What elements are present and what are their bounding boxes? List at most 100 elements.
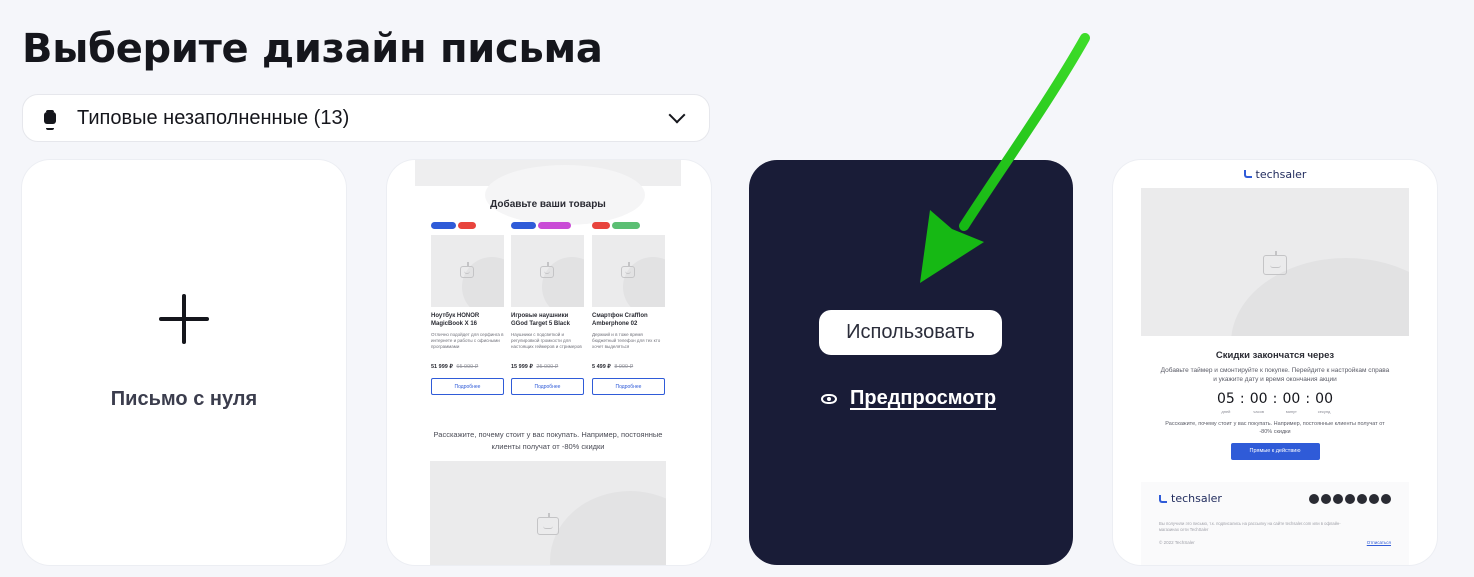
timer-description: Добавьте таймер и смонтируйте к покупке.…: [1160, 367, 1390, 383]
product-tags: [431, 222, 504, 230]
vk-icon: [1333, 493, 1343, 504]
product-tag: [431, 222, 456, 229]
timer-title: Скидки закончатся через: [1215, 350, 1335, 361]
ok-icon: [1345, 493, 1355, 504]
footer-brand-logo: techsaler: [1159, 492, 1222, 505]
page-title: Выберите дизайн письма: [22, 26, 603, 72]
timer-note: Расскажите, почему стоит у вас покупать.…: [1165, 420, 1385, 436]
image-placeholder-icon: [460, 262, 474, 278]
timer-segment: 00 минут: [1280, 391, 1302, 414]
product-name: Ноутбук HONOR MagicBook X 16: [431, 313, 480, 327]
preview-link-label: Предпросмотр: [850, 387, 997, 409]
use-template-button[interactable]: Использовать: [819, 310, 1002, 355]
image-placeholder-icon: [540, 262, 554, 278]
timer-segment: 00 часов: [1248, 391, 1270, 414]
preview-header: techsaler: [1141, 160, 1409, 188]
product-tag: [592, 222, 610, 229]
preview-cta-button: Прямые к действию: [1230, 442, 1320, 460]
product-tags: [592, 222, 665, 230]
product-price: 15 999 ₽ 25 000 ₽: [511, 364, 584, 370]
telegram-icon: [1309, 493, 1319, 504]
image-placeholder-icon: [537, 513, 559, 535]
timer-unit: часов: [1253, 408, 1264, 414]
template-category-select[interactable]: Типовые незаполненные (13): [22, 94, 710, 142]
preview-heading: Добавьте ваши товары: [490, 199, 606, 210]
countdown-timer: 05 дней : 00 часов : 00 минут : 00 секунд: [1141, 391, 1409, 414]
plus-icon: [159, 294, 209, 344]
timer-unit: минут: [1285, 408, 1297, 414]
product-image-placeholder: [431, 235, 504, 307]
price-old: 25 000 ₽: [536, 364, 559, 370]
brand-logo-icon: [1243, 170, 1252, 178]
preview-text-block: Расскажите, почему стоит у вас покупать.…: [433, 430, 663, 451]
social-icons: [1309, 493, 1391, 504]
product-name: Смартфон Crafflon Amberphone 02: [592, 313, 648, 327]
template-card-hovered[interactable]: Использовать Предпросмотр: [749, 160, 1073, 565]
product-description: Наушники с подсветкой и регулировкой гро…: [511, 332, 582, 350]
price-old: 65 999 ₽: [456, 364, 479, 370]
brand-logo: techsaler: [1243, 167, 1307, 181]
twitter-icon: [1357, 493, 1367, 504]
product-tag: [538, 222, 571, 229]
preview-link[interactable]: Предпросмотр: [821, 387, 996, 410]
preview-timer-body: Скидки закончатся через Добавьте таймер …: [1141, 336, 1409, 482]
preview-header-image: [415, 160, 681, 225]
timer-separator: :: [1272, 390, 1278, 407]
chevron-down-icon: [668, 106, 686, 124]
price-current: 5 499 ₽: [592, 364, 611, 370]
footer-copyright: © 2022 TechSaler: [1159, 539, 1195, 545]
template-preview-timer: techsaler Скидки закончатся через Добавь…: [1141, 160, 1409, 565]
product-price: 5 499 ₽ 8 999 ₽: [592, 364, 665, 370]
product-description: Держкий и в тоже время бюджетный телефон…: [592, 332, 661, 350]
brand-name: techsaler: [1255, 167, 1307, 181]
youtube-icon: [1321, 493, 1331, 504]
product-column: Смартфон Crafflon Amberphone 02 Держкий …: [592, 222, 665, 395]
timer-number: 05: [1217, 390, 1235, 407]
facebook-icon: [1381, 493, 1391, 504]
product-details-button: Подробнее: [511, 378, 584, 395]
image-placeholder-icon: [621, 262, 635, 278]
timer-number: 00: [1249, 390, 1268, 407]
product-tag: [612, 222, 640, 229]
timer-unit: секунд: [1317, 408, 1331, 414]
template-card-products[interactable]: Добавьте ваши товары Ноутбук HONOR Magic…: [387, 160, 711, 565]
footer-legal-text: Вы получили это письмо, т.к. подписались…: [1159, 521, 1341, 533]
product-details-button: Подробнее: [431, 378, 504, 395]
timer-separator: :: [1305, 390, 1311, 407]
product-details-button: Подробнее: [592, 378, 665, 395]
product-tag: [511, 222, 536, 229]
product-tag: [458, 222, 476, 229]
footer-brand-name: techsaler: [1171, 492, 1222, 505]
product-column: Ноутбук HONOR MagicBook X 16 Отлично под…: [431, 222, 504, 395]
price-current: 15 999 ₽: [511, 364, 533, 370]
product-tags: [511, 222, 584, 230]
preview-hero-image-placeholder: [1141, 188, 1409, 336]
footer-unsubscribe: Отписаться: [1366, 539, 1391, 545]
blank-letter-card[interactable]: Письмо с нуля: [22, 160, 346, 565]
instagram-icon: [1369, 493, 1379, 504]
image-placeholder-icon: [1263, 251, 1287, 275]
price-current: 51 999 ₽: [431, 364, 453, 370]
price-old: 8 999 ₽: [614, 364, 634, 370]
product-description: Отлично подойдет для серфинга в интернет…: [431, 332, 504, 350]
product-name: Игровые наушники GGod Target 5 Black: [511, 313, 570, 327]
timer-number: 00: [1315, 390, 1333, 407]
template-preview-products: Добавьте ваши товары Ноутбук HONOR Magic…: [415, 160, 681, 565]
brand-logo-icon: [1159, 494, 1167, 503]
timer-segment: 00 секунд: [1313, 391, 1335, 414]
templates-icon: [43, 110, 57, 130]
product-price: 51 999 ₽ 65 999 ₽: [431, 364, 504, 370]
timer-separator: :: [1239, 390, 1245, 407]
product-column: Игровые наушники GGod Target 5 Black Нау…: [511, 222, 584, 395]
timer-unit: дней: [1221, 408, 1231, 414]
preview-large-image-placeholder: [430, 461, 666, 565]
timer-segment: 05 дней: [1215, 391, 1237, 414]
product-image-placeholder: [511, 235, 584, 307]
timer-number: 00: [1282, 390, 1301, 407]
template-card-timer[interactable]: techsaler Скидки закончатся через Добавь…: [1113, 160, 1437, 565]
blank-letter-label: Письмо с нуля: [110, 388, 258, 410]
preview-footer: techsaler Вы получили это письмо, т.к. п…: [1141, 482, 1409, 565]
product-image-placeholder: [592, 235, 665, 307]
eye-icon: [821, 393, 837, 404]
category-select-value: Типовые незаполненные (13): [77, 106, 350, 129]
